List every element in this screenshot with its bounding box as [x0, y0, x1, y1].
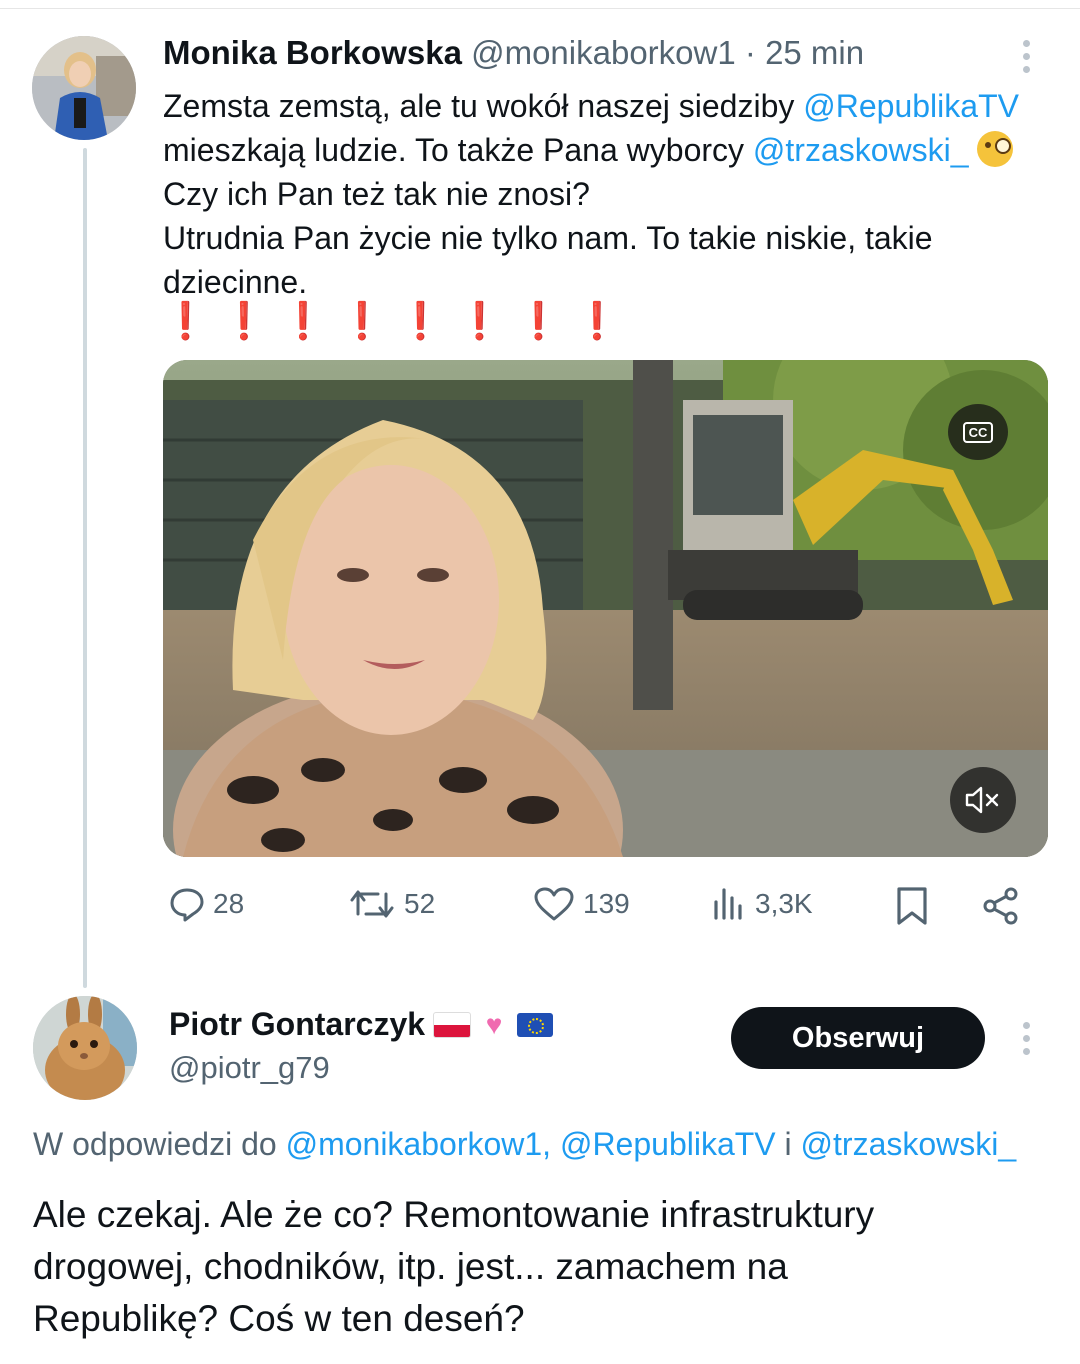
views-count: 3,3K	[755, 888, 813, 919]
views-bar-chart-icon	[714, 888, 742, 920]
text-segment: Zemsta zemstą, ale tu wokół naszej siedz…	[163, 88, 804, 124]
tweet-text-line: Utrudnia Pan życie nie tylko nam. To tak…	[163, 220, 933, 256]
reply-button[interactable]: 28	[169, 886, 244, 922]
video-frame	[163, 360, 1048, 857]
captions-button[interactable]: CC	[948, 404, 1008, 460]
retweet-icon	[350, 890, 394, 918]
like-button[interactable]: 139	[533, 886, 630, 922]
reply-conjunction: i	[775, 1126, 801, 1162]
author-handle[interactable]: @monikaborkow1	[471, 34, 736, 71]
reply-text-line: Republikę? Coś w ten deseń?	[33, 1298, 525, 1339]
mention-link[interactable]: @RepublikaTV	[803, 88, 1019, 124]
text-segment: mieszkają ludzie. To także Pana wyborcy	[163, 132, 753, 168]
cc-label: CC	[962, 421, 994, 443]
top-divider	[0, 8, 1080, 9]
avatar-photo	[32, 36, 136, 140]
author-name[interactable]: Monika Borkowska	[163, 34, 462, 71]
tweet-header: Monika Borkowska @monikaborkow1 · 25 min	[163, 34, 864, 72]
avatar[interactable]	[32, 36, 136, 140]
heart-icon	[534, 887, 574, 921]
face-with-monocle-emoji-icon	[977, 131, 1014, 167]
like-count: 139	[583, 888, 630, 919]
reply-text-line: drogowej, chodników, itp. jest... zamach…	[33, 1246, 788, 1287]
poland-flag-icon	[433, 1011, 472, 1038]
reply-text: Ale czekaj. Ale że co? Remontowanie infr…	[33, 1189, 1053, 1345]
tweet-actions-bar: 28 52 139 3,3K	[163, 886, 1033, 938]
author-name-row: Piotr Gontarczyk ♥	[169, 1006, 554, 1043]
retweet-button[interactable]: 52	[348, 886, 435, 922]
mention-link[interactable]: @monikaborkow1,	[286, 1126, 551, 1162]
reply-icon	[170, 888, 204, 922]
tweet-text-line: Zemsta zemstą, ale tu wokół naszej siedz…	[163, 84, 1053, 128]
tweet-text-line: Czy ich Pan też tak nie znosi?	[163, 176, 590, 212]
reply-prefix: W odpowiedzi do	[33, 1126, 286, 1162]
tweet-text: Zemsta zemstą, ale tu wokół naszej siedz…	[163, 84, 1053, 304]
video-player[interactable]: CC	[163, 360, 1048, 857]
reply-text-line: Ale czekaj. Ale że co? Remontowanie infr…	[33, 1194, 875, 1235]
eu-flag-icon	[517, 1012, 554, 1037]
bookmark-icon	[897, 887, 927, 925]
more-options-icon[interactable]	[1020, 1022, 1032, 1061]
views-button[interactable]: 3,3K	[711, 886, 813, 922]
tweet-text-line: mieszkają ludzie. To także Pana wyborcy …	[163, 128, 1053, 172]
exclamation-emojis: ❗❗❗❗❗❗❗❗	[163, 300, 634, 341]
pink-hearts-icon: ♥	[485, 1008, 503, 1040]
mention-link[interactable]: @trzaskowski_	[753, 132, 969, 168]
share-button[interactable]	[981, 886, 1029, 926]
avatar[interactable]	[33, 996, 137, 1100]
speaker-muted-icon	[965, 786, 999, 814]
more-options-icon[interactable]	[1020, 40, 1032, 79]
mute-button[interactable]	[950, 767, 1016, 833]
author-handle[interactable]: @piotr_g79	[169, 1050, 330, 1086]
author-name[interactable]: Piotr Gontarczyk	[169, 1006, 425, 1043]
share-icon	[983, 887, 1018, 925]
follow-button[interactable]: Obserwuj	[731, 1007, 985, 1069]
tweet-time[interactable]: 25 min	[765, 34, 864, 71]
mention-link[interactable]: @RepublikaTV	[560, 1126, 776, 1162]
retweet-count: 52	[404, 888, 436, 919]
mention-link[interactable]: @trzaskowski_	[801, 1126, 1017, 1162]
bookmark-button[interactable]	[895, 886, 937, 926]
separator-dot: ·	[744, 34, 756, 71]
reply-context: W odpowiedzi do @monikaborkow1, @Republi…	[33, 1126, 1016, 1163]
tweet-text-line: dziecinne.	[163, 264, 308, 300]
reply-count: 28	[213, 888, 245, 919]
thread-connector-line	[83, 148, 87, 988]
avatar-photo-rabbit	[33, 996, 137, 1100]
